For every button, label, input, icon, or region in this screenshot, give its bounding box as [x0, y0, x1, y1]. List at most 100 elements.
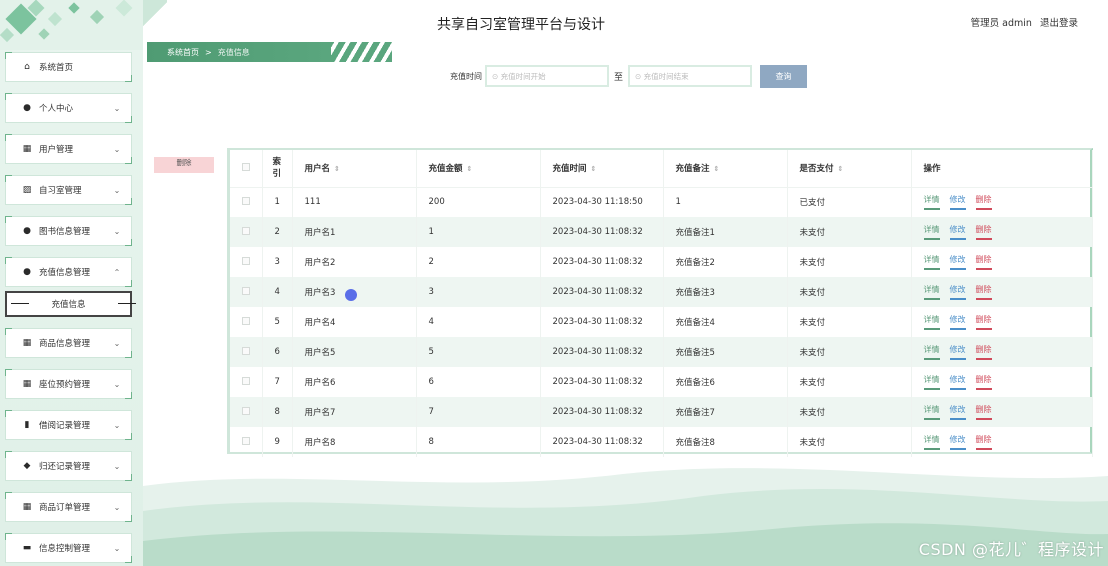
table-row: 4 用户名3 3 2023-04-30 11:08:32 充值备注3 未支付 详…	[230, 277, 1093, 307]
delete-button[interactable]: 删除	[975, 314, 992, 330]
detail-button[interactable]: 详情	[923, 404, 940, 420]
edit-button[interactable]: 修改	[949, 314, 966, 330]
sidebar-item-home[interactable]: ⌂ 系统首页	[5, 52, 132, 82]
cell-index: 7	[262, 367, 293, 397]
breadcrumb-home[interactable]: 系统首页	[167, 47, 199, 58]
cell-index: 2	[262, 217, 293, 247]
sidebar-item-goods[interactable]: ▦ 商品信息管理 ⌄	[5, 328, 132, 358]
sidebar-item-label: 归还记录管理	[39, 462, 91, 472]
end-time-input[interactable]: ⊙ 充值时间结束	[628, 65, 753, 87]
table-row: 7 用户名6 6 2023-04-30 11:08:32 充值备注6 未支付 详…	[230, 367, 1093, 397]
row-checkbox[interactable]	[242, 226, 250, 235]
delete-button[interactable]: 删除	[975, 434, 992, 450]
sidebar-item-label: 个人中心	[39, 104, 74, 114]
sidebar-subitem-label: 充值信息	[51, 300, 86, 310]
edit-button[interactable]: 修改	[949, 344, 966, 360]
sidebar-item-study-room[interactable]: ▨ 自习室管理 ⌄	[5, 175, 132, 205]
delete-button[interactable]: 删除	[975, 194, 992, 211]
sidebar-item-orders[interactable]: ▦ 商品订单管理 ⌄	[5, 492, 132, 522]
detail-button[interactable]: 详情	[923, 194, 940, 211]
cell-note: 充值备注2	[663, 247, 788, 277]
sidebar-item-label: 座位预约管理	[39, 380, 91, 390]
sidebar-item-label: 商品信息管理	[39, 339, 91, 349]
row-checkbox[interactable]	[242, 406, 250, 415]
cell-time: 2023-04-30 11:08:32	[540, 217, 664, 247]
table-row: 8 用户名7 7 2023-04-30 11:08:32 充值备注7 未支付 详…	[230, 397, 1093, 427]
sidebar-subitem-recharge-info[interactable]: 充值信息	[5, 291, 136, 317]
sidebar-item-profile[interactable]: ● 个人中心 ⌄	[5, 93, 132, 123]
chevron-up-icon: ⌃	[113, 268, 121, 277]
cell-username: 用户名4	[292, 307, 417, 337]
select-all-checkbox[interactable]	[242, 162, 250, 171]
col-paid[interactable]: 是否支付 ⇕	[787, 150, 912, 188]
cell-amount: 5	[416, 337, 541, 367]
edit-button[interactable]: 修改	[949, 434, 966, 450]
cell-paid: 已支付	[787, 187, 912, 217]
search-label: 充值时间	[450, 71, 482, 81]
row-checkbox[interactable]	[242, 256, 250, 265]
detail-button[interactable]: 详情	[923, 344, 940, 360]
row-checkbox[interactable]	[242, 286, 250, 295]
grid-icon: ▦	[22, 144, 32, 154]
detail-button[interactable]: 详情	[923, 434, 940, 450]
edit-button[interactable]: 修改	[949, 404, 966, 420]
grid-icon: ▦	[22, 379, 32, 389]
sidebar-item-label: 充值信息管理	[39, 268, 91, 278]
start-time-input[interactable]: ⊙ 充值时间开始	[485, 65, 609, 87]
delete-button[interactable]: 删除	[975, 224, 992, 240]
edit-button[interactable]: 修改	[949, 254, 966, 270]
edit-button[interactable]: 修改	[949, 194, 966, 211]
cell-amount: 8	[416, 427, 541, 457]
row-checkbox-cell	[230, 307, 263, 337]
logout-link[interactable]: 退出登录	[1040, 18, 1078, 29]
cell-note: 充值备注8	[663, 427, 788, 457]
detail-button[interactable]: 详情	[923, 314, 940, 330]
cell-amount: 4	[416, 307, 541, 337]
batch-delete-button[interactable]: 删除	[154, 157, 214, 173]
row-checkbox[interactable]	[242, 376, 250, 385]
delete-button[interactable]: 删除	[975, 344, 992, 360]
cell-time: 2023-04-30 11:08:32	[540, 247, 664, 277]
cell-paid: 未支付	[787, 217, 912, 247]
col-note[interactable]: 充值备注 ⇕	[663, 150, 788, 188]
cell-paid: 未支付	[787, 307, 912, 337]
cell-amount: 2	[416, 247, 541, 277]
col-time[interactable]: 充值时间 ⇕	[540, 150, 664, 188]
bar-icon: ▮	[24, 420, 30, 430]
row-checkbox[interactable]	[242, 196, 250, 205]
cell-actions: 详情 修改 删除	[911, 217, 1093, 247]
col-username[interactable]: 用户名 ⇕	[292, 150, 417, 188]
edit-button[interactable]: 修改	[949, 224, 966, 240]
cell-username: 用户名2	[292, 247, 417, 277]
sidebar-item-recharge[interactable]: ● 充值信息管理 ⌃	[5, 257, 132, 287]
pin-icon: ◆	[23, 461, 31, 471]
sidebar-item-info-control[interactable]: ▬ 信息控制管理 ⌄	[5, 533, 132, 563]
breadcrumb-stripes	[322, 42, 392, 62]
delete-button[interactable]: 删除	[975, 374, 992, 390]
row-checkbox-cell	[230, 337, 263, 367]
delete-button[interactable]: 删除	[975, 284, 992, 300]
edit-button[interactable]: 修改	[949, 284, 966, 300]
detail-button[interactable]: 详情	[923, 284, 940, 300]
sidebar-item-seat-booking[interactable]: ▦ 座位预约管理 ⌄	[5, 369, 132, 399]
range-separator: 至	[614, 72, 624, 83]
col-amount[interactable]: 充值金额 ⇕	[416, 150, 541, 188]
cell-index: 3	[262, 247, 293, 277]
detail-button[interactable]: 详情	[923, 254, 940, 270]
row-checkbox[interactable]	[242, 316, 250, 325]
watermark: CSDN @花儿゛程序设计	[918, 540, 1104, 559]
query-button[interactable]: 查询	[760, 64, 808, 88]
sidebar-item-books[interactable]: ● 图书信息管理 ⌄	[5, 216, 132, 246]
delete-button[interactable]: 删除	[975, 254, 992, 270]
sidebar-item-return[interactable]: ◆ 归还记录管理 ⌄	[5, 451, 132, 481]
sidebar-item-users[interactable]: ▦ 用户管理 ⌄	[5, 134, 132, 164]
row-checkbox[interactable]	[242, 436, 250, 445]
detail-button[interactable]: 详情	[923, 374, 940, 390]
sidebar-item-borrow[interactable]: ▮ 借阅记录管理 ⌄	[5, 410, 132, 440]
edit-button[interactable]: 修改	[949, 374, 966, 390]
row-checkbox[interactable]	[242, 346, 250, 355]
detail-button[interactable]: 详情	[923, 224, 940, 240]
cell-amount: 1	[416, 217, 541, 247]
delete-button[interactable]: 删除	[975, 404, 992, 420]
cell-time: 2023-04-30 11:08:32	[540, 277, 664, 307]
